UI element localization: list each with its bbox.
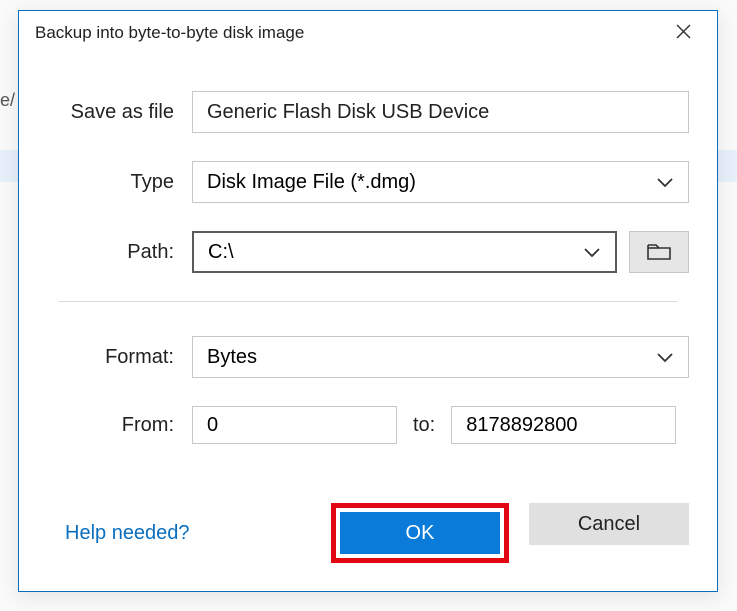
row-format: Format: Bytes [47, 336, 689, 378]
dialog-body: Save as file Type Disk Image File (*.dmg… [19, 55, 717, 444]
type-select[interactable]: Disk Image File (*.dmg) [192, 161, 689, 203]
from-input[interactable] [192, 406, 397, 444]
chevron-down-icon [583, 241, 601, 264]
backup-dialog: Backup into byte-to-byte disk image Save… [18, 10, 718, 592]
label-format: Format: [47, 346, 192, 369]
folder-icon [647, 242, 671, 263]
dialog-footer: Help needed? OK Cancel [19, 503, 717, 563]
browse-folder-button[interactable] [629, 231, 689, 273]
label-save-as: Save as file [47, 101, 192, 124]
to-input[interactable] [451, 406, 676, 444]
ok-button[interactable]: OK [340, 512, 500, 554]
path-select-value: C:\ [208, 241, 234, 264]
ok-highlight-frame: OK [331, 503, 509, 563]
row-type: Type Disk Image File (*.dmg) [47, 161, 689, 203]
row-range: From: to: [47, 406, 689, 444]
format-select-value: Bytes [207, 346, 257, 369]
close-icon [676, 24, 691, 42]
button-group: OK Cancel [331, 503, 689, 563]
path-select[interactable]: C:\ [192, 231, 617, 273]
chevron-down-icon [656, 171, 674, 194]
type-select-value: Disk Image File (*.dmg) [207, 171, 416, 194]
row-save-as: Save as file [47, 91, 689, 133]
section-divider [59, 301, 677, 302]
background-path-fragment: e/ [0, 90, 15, 111]
dialog-title: Backup into byte-to-byte disk image [35, 23, 304, 43]
label-type: Type [47, 171, 192, 194]
close-button[interactable] [667, 17, 699, 49]
help-link[interactable]: Help needed? [47, 522, 190, 545]
cancel-button[interactable]: Cancel [529, 503, 689, 545]
chevron-down-icon [656, 346, 674, 369]
label-path: Path: [47, 241, 192, 264]
row-path: Path: C:\ [47, 231, 689, 273]
dialog-titlebar: Backup into byte-to-byte disk image [19, 11, 717, 55]
label-from: From: [47, 414, 192, 437]
save-as-input[interactable] [192, 91, 689, 133]
format-select[interactable]: Bytes [192, 336, 689, 378]
label-to: to: [397, 414, 451, 437]
